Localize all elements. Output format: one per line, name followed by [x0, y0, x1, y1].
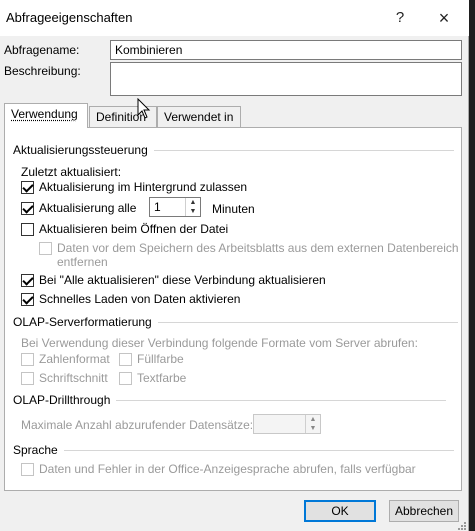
background-refresh-checkbox[interactable]	[21, 180, 34, 194]
remove-data-label-cont: entfernen	[57, 255, 108, 269]
last-updated-label: Zuletzt aktualisiert:	[21, 165, 122, 179]
refresh-interval-spinner[interactable]: 1 ▲ ▼	[149, 197, 201, 217]
refresh-every-label: Aktualisierung alle	[39, 201, 137, 215]
text-color-checkbox	[119, 371, 132, 385]
text-color-option: Textfarbe	[119, 371, 186, 385]
query-properties-dialog: Abfrageeigenschaften ? × Abfragename: Ko…	[0, 0, 469, 531]
number-format-option: Zahlenformat	[21, 352, 110, 366]
spin-up-icon[interactable]: ▲	[186, 198, 200, 207]
refresh-every-checkbox[interactable]	[21, 201, 34, 215]
number-format-label: Zahlenformat	[39, 352, 110, 366]
fill-color-option: Füllfarbe	[119, 352, 184, 366]
olap-format-section-title: OLAP-Serverformatierung	[13, 315, 152, 329]
olap-format-intro: Bei Verwendung dieser Verbindung folgend…	[21, 336, 418, 350]
fill-color-checkbox	[119, 352, 132, 366]
usage-tab-panel: Aktualisierungssteuerung Zuletzt aktuali…	[4, 127, 462, 491]
close-button[interactable]: ×	[430, 6, 458, 30]
font-style-label: Schriftschnitt	[39, 371, 108, 385]
query-name-input[interactable]: Kombinieren	[110, 40, 462, 60]
tab-usage-label: Verwendung	[11, 107, 78, 121]
text-color-label: Textfarbe	[137, 371, 187, 385]
spin-down-icon[interactable]: ▼	[186, 207, 200, 216]
refresh-on-open-label: Aktualisieren beim Öffnen der Datei	[39, 222, 229, 236]
minutes-label: Minuten	[212, 202, 255, 216]
refresh-all-option[interactable]: Bei "Alle aktualisieren" diese Verbindun…	[21, 273, 326, 287]
refresh-interval-value: 1	[154, 200, 161, 214]
max-records-spinner: ▲ ▼	[253, 414, 321, 434]
ok-button[interactable]: OK	[304, 500, 376, 522]
resize-grip-icon[interactable]	[458, 522, 467, 531]
description-input[interactable]	[110, 62, 462, 96]
refresh-all-label: Bei "Alle aktualisieren" diese Verbindun…	[39, 273, 326, 287]
office-language-checkbox	[21, 462, 34, 476]
fill-color-label: Füllfarbe	[137, 352, 184, 366]
background-refresh-option[interactable]: Aktualisierung im Hintergrund zulassen	[21, 180, 247, 194]
fast-load-option[interactable]: Schnelles Laden von Daten aktivieren	[21, 292, 240, 306]
olap-format-section-header: OLAP-Serverformatierung	[13, 315, 458, 329]
office-language-option: Daten und Fehler in der Office-Anzeigesp…	[21, 462, 416, 476]
font-style-checkbox	[21, 371, 34, 385]
font-style-option: Schriftschnitt	[21, 371, 108, 385]
mouse-pointer-icon	[137, 98, 151, 119]
max-spin-down-icon: ▼	[309, 425, 317, 432]
fast-load-checkbox[interactable]	[21, 292, 34, 306]
olap-drill-section-header: OLAP-Drillthrough	[13, 393, 447, 407]
refresh-section-title: Aktualisierungssteuerung	[13, 143, 148, 157]
max-records-label: Maximale Anzahl abzurufender Datensätze:	[21, 418, 254, 432]
help-button[interactable]: ?	[386, 6, 414, 30]
refresh-all-checkbox[interactable]	[21, 273, 34, 287]
remove-data-checkbox	[39, 241, 52, 255]
title-bar: Abfrageeigenschaften ? ×	[0, 0, 469, 36]
fast-load-label: Schnelles Laden von Daten aktivieren	[39, 292, 241, 306]
max-spin-up-icon: ▲	[309, 416, 317, 423]
remove-data-label: Daten vor dem Speichern des Arbeitsblatt…	[57, 241, 459, 255]
tab-usage[interactable]: Verwendung	[4, 103, 88, 128]
office-language-label: Daten und Fehler in der Office-Anzeigesp…	[39, 462, 416, 476]
refresh-section-header: Aktualisierungssteuerung	[13, 143, 454, 157]
remove-data-option: Daten vor dem Speichern des Arbeitsblatt…	[39, 241, 459, 255]
number-format-checkbox	[21, 352, 34, 366]
cancel-button[interactable]: Abbrechen	[389, 500, 459, 522]
language-section-title: Sprache	[13, 443, 58, 457]
background-refresh-label: Aktualisierung im Hintergrund zulassen	[39, 180, 248, 194]
description-label: Beschreibung:	[4, 64, 81, 78]
refresh-every-option[interactable]: Aktualisierung alle	[21, 201, 136, 215]
refresh-on-open-option[interactable]: Aktualisieren beim Öffnen der Datei	[21, 222, 228, 236]
window-title: Abfrageeigenschaften	[6, 10, 133, 25]
language-section-header: Sprache	[13, 443, 454, 457]
tab-used-in[interactable]: Verwendet in	[157, 106, 241, 127]
olap-drill-section-title: OLAP-Drillthrough	[13, 393, 111, 407]
refresh-on-open-checkbox[interactable]	[21, 222, 34, 236]
query-name-label: Abfragename:	[4, 43, 80, 57]
tab-used-in-label: Verwendet in	[164, 110, 234, 124]
